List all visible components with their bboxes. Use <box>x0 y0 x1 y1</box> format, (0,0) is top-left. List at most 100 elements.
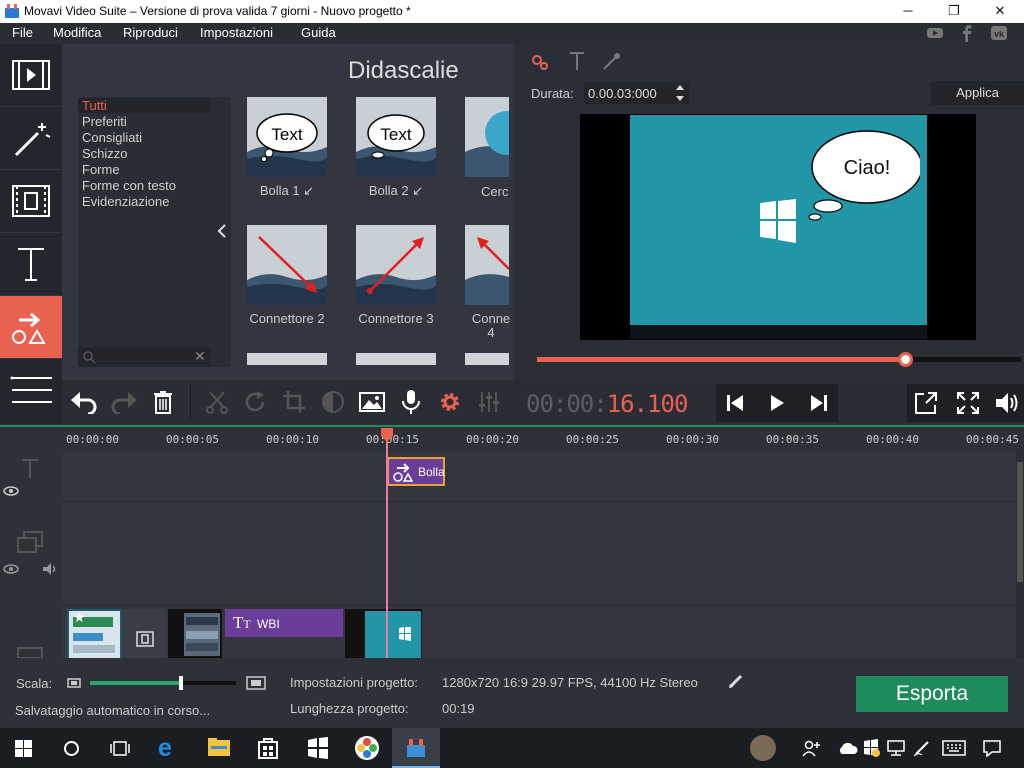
menu-riproduci[interactable]: Riproduci <box>123 25 178 40</box>
callout-clip[interactable]: Bolla <box>387 457 445 486</box>
eye-icon[interactable] <box>3 486 19 496</box>
windows-start-icon[interactable] <box>15 740 32 757</box>
defender-warning-icon[interactable] <box>862 739 880 757</box>
apply-button[interactable]: Applica <box>931 81 1024 105</box>
onedrive-icon[interactable] <box>838 741 858 755</box>
color-adjust-button[interactable] <box>317 386 349 418</box>
export-button[interactable]: Esporta <box>856 676 1008 712</box>
category-search[interactable]: ✕ <box>78 347 211 367</box>
callout-thumb-partial[interactable] <box>465 353 509 365</box>
record-audio-button[interactable] <box>395 386 427 418</box>
previous-frame-button[interactable] <box>719 387 751 419</box>
cut-button[interactable] <box>201 386 233 418</box>
import-media-tool[interactable] <box>0 44 62 107</box>
volume-button[interactable] <box>992 387 1024 419</box>
callout-thumb-cerchio[interactable] <box>465 97 509 177</box>
pencil-icon[interactable] <box>728 673 744 689</box>
mute-icon[interactable] <box>42 562 58 576</box>
callout-thumb-partial[interactable] <box>356 353 436 365</box>
minimize-button[interactable]: ─ <box>885 0 931 23</box>
callout-thumb-bolla1[interactable]: Text <box>247 97 327 177</box>
equalizer-button[interactable] <box>473 386 505 418</box>
overlay-track[interactable] <box>63 503 1016 604</box>
timeline-scrollbar[interactable] <box>1016 452 1024 658</box>
user-avatar[interactable] <box>750 735 776 761</box>
playhead-handle-icon[interactable] <box>381 428 393 442</box>
callout-thumb-partial[interactable] <box>247 353 327 365</box>
vk-icon[interactable]: vk <box>990 25 1008 42</box>
fullscreen-button[interactable] <box>952 387 984 419</box>
category-evidenziazione[interactable]: Evidenziazione <box>82 194 169 209</box>
title-clip[interactable]: TT WBI <box>225 609 343 637</box>
video-clip-3[interactable] <box>345 609 422 658</box>
zoom-in-icon[interactable] <box>246 675 266 691</box>
video-clip-1[interactable]: ★ <box>67 609 122 658</box>
people-icon[interactable] <box>802 739 820 757</box>
playback-handle[interactable] <box>897 352 913 367</box>
text-style-icon[interactable] <box>567 50 587 72</box>
category-schizzo[interactable]: Schizzo <box>82 146 128 161</box>
facebook-icon[interactable] <box>960 25 974 42</box>
crop-button[interactable] <box>278 386 310 418</box>
scale-slider-handle[interactable] <box>178 676 183 690</box>
collapse-panel-button[interactable] <box>213 97 231 367</box>
category-consigliati[interactable]: Consigliati <box>82 130 142 145</box>
menu-modifica[interactable]: Modifica <box>53 25 101 40</box>
rotate-button[interactable] <box>239 386 271 418</box>
play-button[interactable] <box>760 387 792 419</box>
timeline-ruler[interactable]: 00:00:00 00:00:05 00:00:10 00:00:15 00:0… <box>0 425 1024 452</box>
file-explorer-icon[interactable] <box>207 736 231 758</box>
menu-file[interactable]: File <box>12 25 33 40</box>
network-icon[interactable] <box>887 739 905 757</box>
clip-properties-button[interactable] <box>434 386 466 418</box>
filters-tool[interactable] <box>0 107 62 170</box>
color-picker-icon[interactable] <box>600 51 622 73</box>
callout-thumb-bolla2[interactable]: Text <box>356 97 436 177</box>
duration-input[interactable]: 0.00.03:000 <box>584 82 671 104</box>
category-tutti[interactable]: Tutti <box>78 98 211 113</box>
task-view-icon[interactable] <box>109 740 131 757</box>
category-forme-con-testo[interactable]: Forme con testo <box>82 178 176 193</box>
callout-track[interactable] <box>63 452 1016 501</box>
eye-icon[interactable] <box>3 564 19 574</box>
settings-gears-icon[interactable] <box>530 52 550 72</box>
store-icon[interactable] <box>257 736 279 760</box>
photos-app-icon[interactable] <box>354 735 380 761</box>
category-preferiti[interactable]: Preferiti <box>82 114 127 129</box>
callout-thumb-connettore4[interactable] <box>465 225 509 305</box>
category-forme[interactable]: Forme <box>82 162 120 177</box>
redo-button[interactable] <box>108 386 140 418</box>
keyboard-icon[interactable] <box>942 740 966 756</box>
transition-clip[interactable] <box>123 609 166 658</box>
transitions-tool[interactable] <box>0 170 62 233</box>
search-icon[interactable] <box>63 740 80 757</box>
next-frame-button[interactable] <box>803 387 835 419</box>
clear-search-icon[interactable]: ✕ <box>194 348 206 365</box>
callouts-tool[interactable] <box>0 296 62 359</box>
titles-tool[interactable] <box>0 233 62 296</box>
zoom-out-icon[interactable] <box>67 677 81 689</box>
playback-progress[interactable] <box>537 352 1021 367</box>
video-preview[interactable]: Ciao! <box>515 114 1024 340</box>
callout-thumb-connettore3[interactable] <box>356 225 436 305</box>
notifications-icon[interactable] <box>983 739 1001 757</box>
scale-slider[interactable] <box>90 676 236 690</box>
menu-guida[interactable]: Guida <box>301 25 336 40</box>
close-button[interactable]: ✕ <box>977 0 1023 23</box>
video-clip-2[interactable] <box>168 609 222 658</box>
duration-stepper[interactable] <box>671 82 689 104</box>
pen-ink-icon[interactable] <box>913 739 931 757</box>
movavi-taskbar-button[interactable] <box>392 728 440 768</box>
edge-icon[interactable]: e <box>158 734 184 762</box>
youtube-icon[interactable] <box>926 25 944 42</box>
timeline-scroll-thumb[interactable] <box>1017 462 1023 582</box>
image-button[interactable] <box>356 386 388 418</box>
delete-button[interactable] <box>147 386 179 418</box>
windows-security-icon[interactable] <box>307 737 329 759</box>
callout-thumb-connettore2[interactable] <box>247 225 327 305</box>
maximize-button[interactable]: ❐ <box>931 0 977 23</box>
more-tools[interactable] <box>0 359 62 422</box>
detach-preview-button[interactable] <box>910 387 942 419</box>
menu-impostazioni[interactable]: Impostazioni <box>200 25 273 40</box>
playhead[interactable] <box>386 428 388 658</box>
